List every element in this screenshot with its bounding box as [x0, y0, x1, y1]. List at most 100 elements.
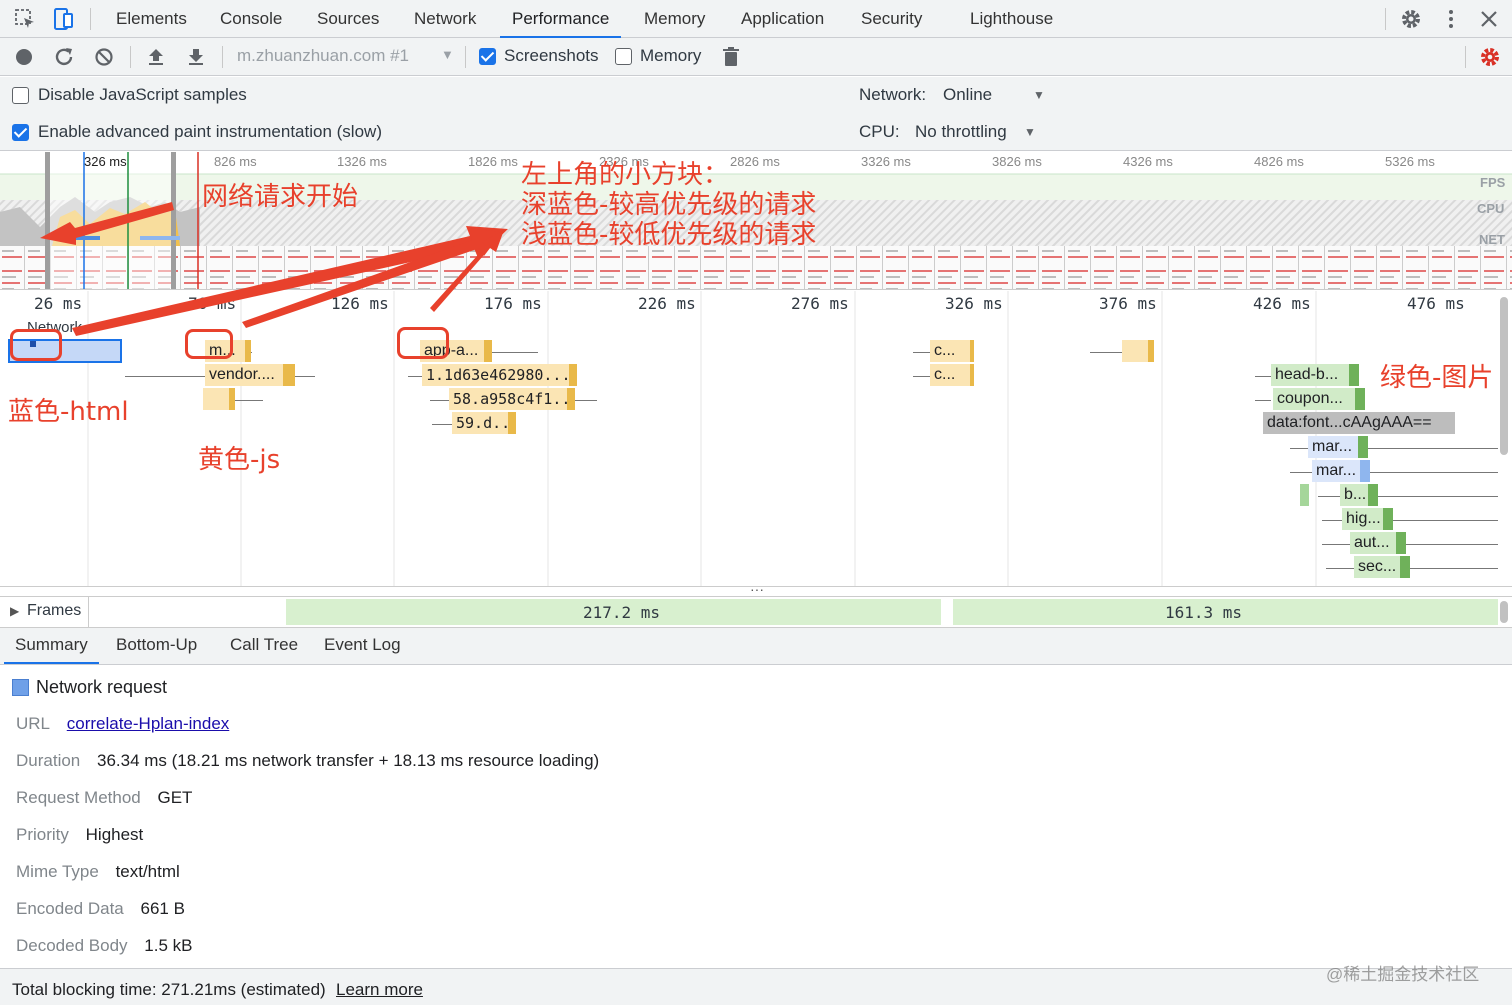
separator	[130, 46, 131, 68]
network-request-image[interactable]: sec...	[1354, 556, 1410, 578]
gear-icon[interactable]	[1398, 6, 1424, 32]
tab-event-log[interactable]: Event Log	[324, 628, 401, 664]
tab-console[interactable]: Console	[220, 0, 282, 38]
separator	[90, 8, 91, 30]
inspect-element-icon[interactable]	[12, 6, 38, 32]
network-throttle-label: Network:	[859, 85, 927, 104]
devtools-tab-bar: Elements Console Sources Network Perform…	[0, 0, 1512, 38]
device-toolbar-icon[interactable]	[50, 6, 76, 32]
network-request-image[interactable]	[1300, 484, 1309, 506]
total-blocking-time: Total blocking time: 271.21ms (estimated…	[12, 980, 326, 999]
network-request-image[interactable]: head-b...	[1271, 364, 1359, 386]
tab-elements[interactable]: Elements	[116, 0, 187, 38]
network-request-font[interactable]: data:font...cAAgAAA==	[1263, 412, 1455, 434]
chevron-down-icon[interactable]: ▼	[1024, 125, 1036, 139]
tab-security[interactable]: Security	[861, 0, 922, 38]
network-request-image[interactable]: b...	[1340, 484, 1378, 506]
advanced-paint-checkbox[interactable]	[12, 124, 29, 141]
watermark: @稀土掘金技术社区	[1326, 965, 1480, 984]
reload-record-icon[interactable]	[52, 45, 76, 69]
details-tab-bar: Summary Bottom-Up Call Tree Event Log	[0, 628, 1512, 665]
separator	[1465, 46, 1466, 68]
expand-triangle-icon[interactable]: ▶	[10, 604, 19, 618]
summary-label: Encoded Data	[16, 899, 124, 918]
network-request-js[interactable]: 58.a958c4f1...	[449, 388, 575, 410]
splitter-grip-icon[interactable]: ···	[750, 581, 764, 597]
summary-mime-row: Mime Type text/html	[16, 862, 180, 882]
tab-performance[interactable]: Performance	[500, 0, 622, 38]
summary-value: 36.34 ms (18.21 ms network transfer + 18…	[97, 751, 600, 770]
disable-js-samples-label: Disable JavaScript samples	[38, 85, 247, 104]
network-request-image[interactable]: aut...	[1350, 532, 1406, 554]
summary-label: Decoded Body	[16, 936, 128, 955]
network-throttle-select[interactable]: Online	[943, 85, 992, 105]
tab-lighthouse[interactable]: Lighthouse	[970, 0, 1053, 38]
summary-title: Network request	[36, 677, 168, 697]
network-request-js[interactable]	[1122, 340, 1154, 362]
frames-track[interactable]: ▶ Frames 217.2 ms 161.3 ms	[0, 596, 1512, 628]
screenshots-checkbox[interactable]	[479, 48, 496, 65]
tab-application[interactable]: Application	[741, 0, 824, 38]
network-request-image[interactable]: mar...	[1312, 460, 1370, 482]
memory-label: Memory	[640, 46, 702, 65]
learn-more-link[interactable]: Learn more	[336, 980, 423, 1000]
status-footer: Total blocking time: 271.21ms (estimated…	[0, 965, 1512, 1005]
summary-value: 1.5 kB	[144, 936, 193, 955]
more-options-icon[interactable]	[1438, 6, 1464, 32]
close-icon[interactable]	[1476, 6, 1502, 32]
summary-value: GET	[157, 788, 193, 807]
network-request-image[interactable]: mar...	[1308, 436, 1368, 458]
summary-encoded-row: Encoded Data 661 B	[16, 899, 185, 919]
capture-settings-gear-icon[interactable]	[1478, 45, 1502, 69]
tab-bottom-up[interactable]: Bottom-Up	[116, 628, 197, 664]
tab-memory[interactable]: Memory	[644, 0, 705, 38]
memory-checkbox[interactable]	[615, 48, 632, 65]
cpu-throttle-label: CPU:	[859, 122, 900, 141]
summary-label: Mime Type	[16, 862, 99, 881]
network-request-js[interactable]: c...	[930, 340, 974, 362]
network-request-image[interactable]: coupon...	[1273, 388, 1365, 410]
summary-value: Highest	[85, 825, 144, 844]
separator	[222, 46, 223, 68]
annotation-green-image: 绿色-图片	[1380, 363, 1494, 393]
record-icon[interactable]	[12, 45, 36, 69]
download-icon[interactable]	[184, 45, 208, 69]
cpu-throttle-select[interactable]: No throttling	[915, 122, 1007, 142]
network-request-js[interactable]: vendor....	[205, 364, 295, 386]
network-request-js[interactable]: c...	[930, 364, 974, 386]
summary-url-link[interactable]: correlate-Hplan-index	[67, 714, 230, 733]
network-request-swatch	[12, 679, 29, 696]
network-request-js[interactable]: 59.d...	[452, 412, 516, 434]
tab-network[interactable]: Network	[414, 0, 476, 38]
chevron-down-icon[interactable]: ▼	[441, 47, 454, 62]
summary-label: Duration	[16, 751, 81, 770]
frames-scrollbar[interactable]	[1500, 601, 1508, 623]
summary-label: Request Method	[16, 788, 141, 807]
annotation-network-start: 网络请求开始	[202, 182, 359, 212]
tab-sources[interactable]: Sources	[317, 0, 379, 38]
target-select[interactable]: m.zhuanzhuan.com #1	[237, 46, 409, 66]
network-request-js[interactable]: 1.1d63e462980...	[422, 364, 577, 386]
chevron-down-icon[interactable]: ▼	[1033, 88, 1045, 102]
tab-summary[interactable]: Summary	[4, 628, 99, 664]
network-request-js[interactable]	[203, 388, 235, 410]
trash-icon[interactable]	[719, 45, 743, 69]
upload-icon[interactable]	[144, 45, 168, 69]
pane-splitter[interactable]: ···	[0, 581, 1512, 597]
frame-duration: 161.3 ms	[1165, 603, 1243, 622]
separator	[1385, 8, 1386, 30]
network-request-image[interactable]: hig...	[1342, 508, 1393, 530]
separator	[88, 597, 89, 627]
screenshots-label: Screenshots	[504, 46, 599, 65]
tab-call-tree[interactable]: Call Tree	[230, 628, 298, 664]
capture-settings-pane: Disable JavaScript samples Enable advanc…	[0, 77, 1512, 151]
summary-value: 661 B	[140, 899, 185, 918]
summary-label: Priority	[16, 825, 69, 844]
summary-label: URL	[16, 714, 51, 733]
summary-decoded-row: Decoded Body 1.5 kB	[16, 936, 192, 956]
summary-panel: Network request URL correlate-Hplan-inde…	[0, 666, 1512, 968]
performance-toolbar: m.zhuanzhuan.com #1 ▼ Screenshots Memory	[0, 38, 1512, 76]
clear-icon[interactable]	[92, 45, 116, 69]
summary-method-row: Request Method GET	[16, 788, 192, 808]
disable-js-samples-checkbox[interactable]	[12, 87, 29, 104]
